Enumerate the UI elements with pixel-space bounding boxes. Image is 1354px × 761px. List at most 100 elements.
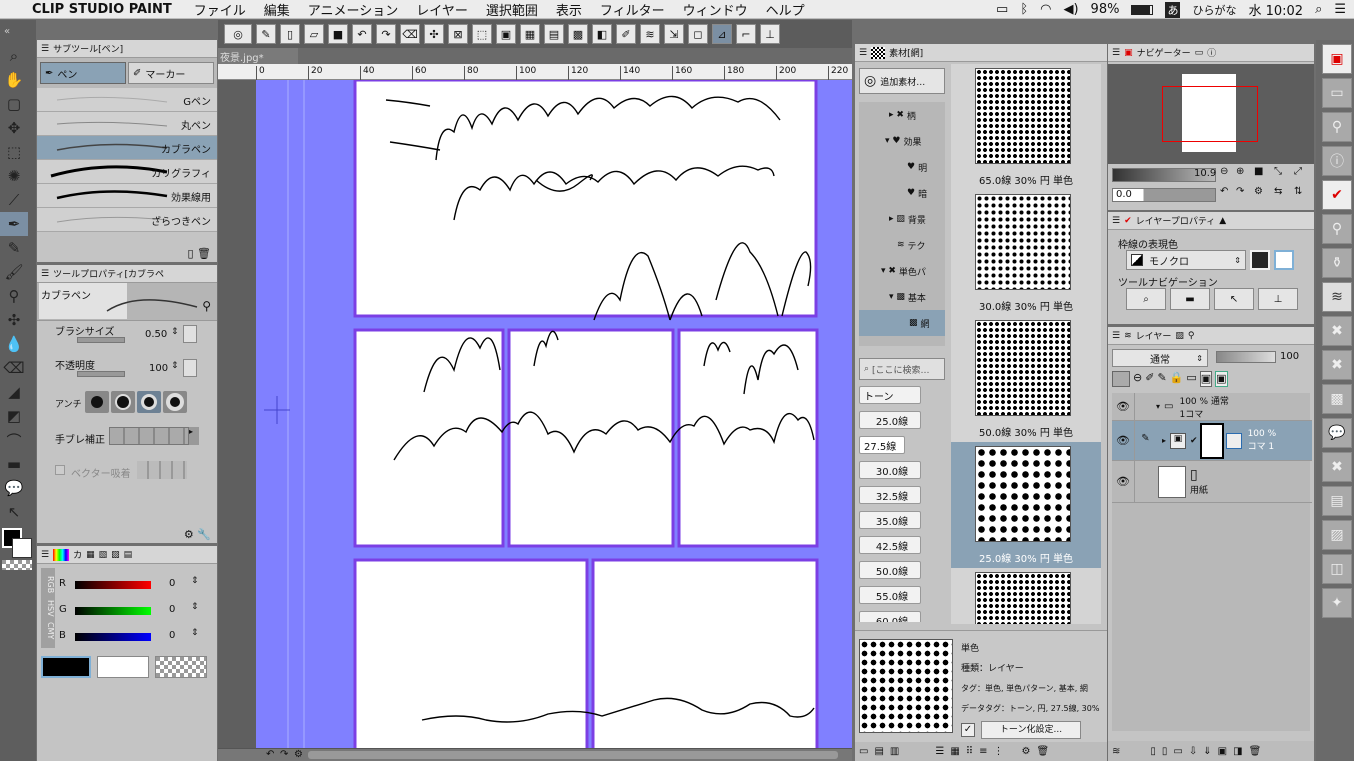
brush-kabura-pen[interactable]: カブラペン <box>37 136 217 160</box>
menu-icon[interactable]: ☰ <box>1112 331 1120 341</box>
folder-icon[interactable]: ▭ <box>859 746 868 757</box>
material-settings-icon[interactable]: ⚙ <box>1022 746 1031 757</box>
tag-item[interactable]: 25.0線 <box>859 411 921 429</box>
tag-item[interactable]: 50.0線 <box>859 561 921 579</box>
navigator-dock-icon[interactable]: ▣ <box>1322 44 1352 74</box>
layer-opacity-slider[interactable] <box>1216 351 1276 363</box>
navigator-preview[interactable] <box>1108 64 1314 164</box>
rotate-right-icon[interactable]: ↷ <box>1236 186 1244 197</box>
pen-tool-icon[interactable]: ✒ <box>0 212 28 236</box>
settings-gear-icon[interactable]: ⚙ <box>184 528 194 541</box>
tree-item[interactable]: ≋ テク <box>859 232 945 258</box>
menu-edit[interactable]: 編集 <box>264 0 290 19</box>
pencil-tool-icon[interactable]: ✎ <box>0 236 28 260</box>
expand-icon[interactable]: ▸ <box>189 427 199 445</box>
tree-item[interactable]: ♥ 暗 <box>859 180 945 206</box>
tree-item[interactable]: ▾ ✖ 単色パ <box>859 258 945 284</box>
antialias-strong[interactable] <box>163 391 187 413</box>
antialias-weak[interactable] <box>111 391 135 413</box>
tree-item[interactable]: ▸ ▨ 背景 <box>859 206 945 232</box>
vector-options[interactable] <box>137 461 187 479</box>
antialias-medium[interactable] <box>137 391 161 413</box>
tag-item[interactable]: 30.0線 <box>859 461 921 479</box>
material-tile[interactable]: 65.0線 30% 円 単色 <box>951 64 1101 190</box>
tree-item[interactable]: ▸ ✖ 柄 <box>859 102 945 128</box>
search-layer-icon[interactable]: ▲ <box>1219 216 1226 226</box>
brush-rough-pen[interactable]: ざらつきペン <box>37 208 217 232</box>
new-file-icon[interactable]: ▯ <box>280 24 300 44</box>
opacity-lock-icon[interactable] <box>183 359 197 377</box>
animation-cels-icon[interactable]: ▨ <box>1175 331 1184 341</box>
history-dock-icon[interactable]: ⚱ <box>1322 248 1352 278</box>
g-slider[interactable] <box>75 607 151 615</box>
move-tool-icon[interactable]: ✥ <box>0 116 28 140</box>
layer-search-dock-icon[interactable]: ⚲ <box>1322 214 1352 244</box>
layer-row-paper[interactable]: 👁 ▯ 用紙 <box>1112 460 1312 503</box>
mode-rgb[interactable]: RGB <box>41 576 55 593</box>
add-material-button[interactable]: ◎ 追加素材… <box>859 68 945 94</box>
brush-calligraphy[interactable]: カリグラフィ <box>37 160 217 184</box>
material-figure-dock-icon[interactable]: ✦ <box>1322 588 1352 618</box>
redo-icon[interactable]: ↷ <box>376 24 396 44</box>
color-wheel-icon[interactable] <box>53 548 70 561</box>
menu-help[interactable]: ヘルプ <box>766 0 805 19</box>
tone-checkbox[interactable]: ✓ <box>961 723 975 737</box>
menu-icon[interactable]: ☰ <box>41 550 49 560</box>
invert-selection-icon[interactable]: ▦ <box>520 24 540 44</box>
tag-item[interactable]: 42.5線 <box>859 536 921 554</box>
eye-icon[interactable]: 👁 <box>1112 434 1134 447</box>
mode-hsv[interactable]: HSV <box>41 600 55 617</box>
crop-icon[interactable]: ▣ <box>496 24 516 44</box>
menu-layer[interactable]: レイヤー <box>416 0 468 19</box>
search-box[interactable]: ⌕ [ここに検索… <box>859 358 945 380</box>
clip-layer-icon[interactable]: ⊖ <box>1133 371 1142 387</box>
tree-item[interactable]: ▾ ▩ 基本 <box>859 284 945 310</box>
menu-file[interactable]: ファイル <box>194 0 246 19</box>
menu-icon[interactable]: ☰ <box>41 44 49 54</box>
bluetooth-icon[interactable]: ᛒ <box>1020 2 1028 17</box>
snap-special-icon[interactable]: ⌐ <box>736 24 756 44</box>
hand-tool-icon[interactable]: ✋ <box>0 68 28 92</box>
line-correction-icon[interactable]: ↖ <box>0 500 28 524</box>
layer-prop-dock-icon[interactable]: ✔ <box>1322 180 1352 210</box>
pen-color-icon[interactable]: ✐ <box>616 24 636 44</box>
pressure-icon[interactable] <box>183 325 197 343</box>
transform-icon[interactable]: ⊠ <box>448 24 468 44</box>
flip-horizontal-icon[interactable]: ⇆ <box>1274 186 1282 197</box>
frame-divide-icon[interactable]: ▬ <box>1170 288 1210 310</box>
airplay-icon[interactable]: ▭ <box>996 2 1008 17</box>
menu-icon[interactable]: ☰ <box>1112 48 1120 58</box>
stepper-icon[interactable]: ⇕ <box>171 327 179 337</box>
frame-tool-icon[interactable]: ▬ <box>0 452 28 476</box>
layer-tab-icon[interactable]: ≋ <box>1124 331 1132 341</box>
zoom-tool-icon[interactable]: ⌕ <box>0 44 28 68</box>
navigator-tab-icon[interactable]: ▣ <box>1124 48 1133 58</box>
group-marker[interactable]: ✐ マーカー <box>128 62 214 84</box>
create-mask-icon[interactable]: ▣ <box>1218 746 1227 757</box>
stepper-icon[interactable]: ⇕ <box>191 576 199 586</box>
scale-icon[interactable]: ⇲ <box>664 24 684 44</box>
fill-icon[interactable]: ◧ <box>592 24 612 44</box>
fit-icon[interactable]: ⤡ <box>1274 166 1282 177</box>
figure-tool-icon[interactable]: ⌒ <box>0 428 28 452</box>
zoom-in-icon[interactable]: ⊕ <box>1236 166 1244 177</box>
transfer-down-icon[interactable]: ⇩ <box>1189 746 1197 757</box>
stepper-icon[interactable]: ⇕ <box>191 628 199 638</box>
item-bank-dock-icon[interactable]: ⓘ <box>1322 146 1352 176</box>
ime-icon[interactable]: あ <box>1165 1 1181 18</box>
blend-mode-select[interactable]: 通常 ⇕ <box>1112 349 1208 367</box>
balloon-tool-icon[interactable]: 💬 <box>0 476 28 500</box>
tag-item[interactable]: 32.5線 <box>859 486 921 504</box>
similar-color-icon[interactable]: ▨ <box>111 550 120 560</box>
vector-checkbox[interactable] <box>55 465 65 475</box>
transparent-preview[interactable] <box>155 656 207 678</box>
new-folder-icon[interactable]: ▭ <box>1173 746 1182 757</box>
manga-page[interactable] <box>218 80 852 748</box>
reference-layer-icon[interactable]: ✐ <box>1145 371 1154 387</box>
b-slider[interactable] <box>75 633 151 641</box>
new-raster-layer-icon[interactable]: ▯ <box>1150 746 1156 757</box>
menu-icon[interactable]: ☰ <box>859 48 867 58</box>
toolprop-tab[interactable]: ツールプロパティ[カブラペ <box>53 267 164 280</box>
detail-view-icon[interactable]: ☰ <box>935 746 944 757</box>
selection-tool-icon[interactable]: ⬚ <box>0 140 28 164</box>
